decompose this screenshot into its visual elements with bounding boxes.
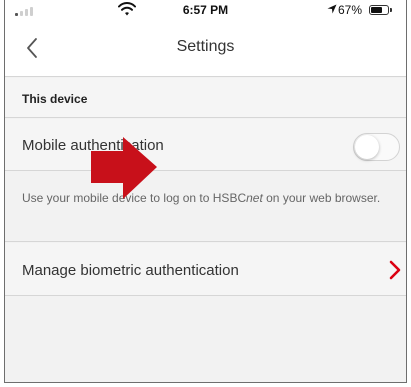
chevron-right-icon xyxy=(389,260,401,280)
mobile-authentication-row: Mobile authentication xyxy=(5,119,406,171)
battery-tip xyxy=(390,8,392,12)
description-brand-suffix: net xyxy=(246,191,263,205)
mobile-authentication-toggle[interactable] xyxy=(353,133,400,161)
status-bar: 6:57 PM 67% xyxy=(5,0,406,20)
page-title: Settings xyxy=(176,38,235,55)
nav-bar: Settings xyxy=(5,20,406,77)
toggle-knob xyxy=(355,135,379,159)
description-text: Use your mobile device to log on to HSBC… xyxy=(22,189,392,207)
red-arrow-icon xyxy=(91,137,157,199)
app-window: 6:57 PM 67% Settings This device Mobile … xyxy=(4,0,407,383)
mobile-authentication-description: Use your mobile device to log on to HSBC… xyxy=(5,172,406,242)
manage-biometric-row[interactable]: Manage biometric authentication xyxy=(5,243,406,296)
section-header: This device xyxy=(5,78,406,118)
manage-biometric-label: Manage biometric authentication xyxy=(22,262,239,279)
description-rest: on your web browser. xyxy=(262,191,381,205)
battery-percentage: 67% xyxy=(338,3,363,17)
battery-fill xyxy=(371,7,382,13)
battery-icon xyxy=(369,5,389,15)
section-title: This device xyxy=(22,92,88,106)
location-arrow-icon xyxy=(327,4,337,14)
